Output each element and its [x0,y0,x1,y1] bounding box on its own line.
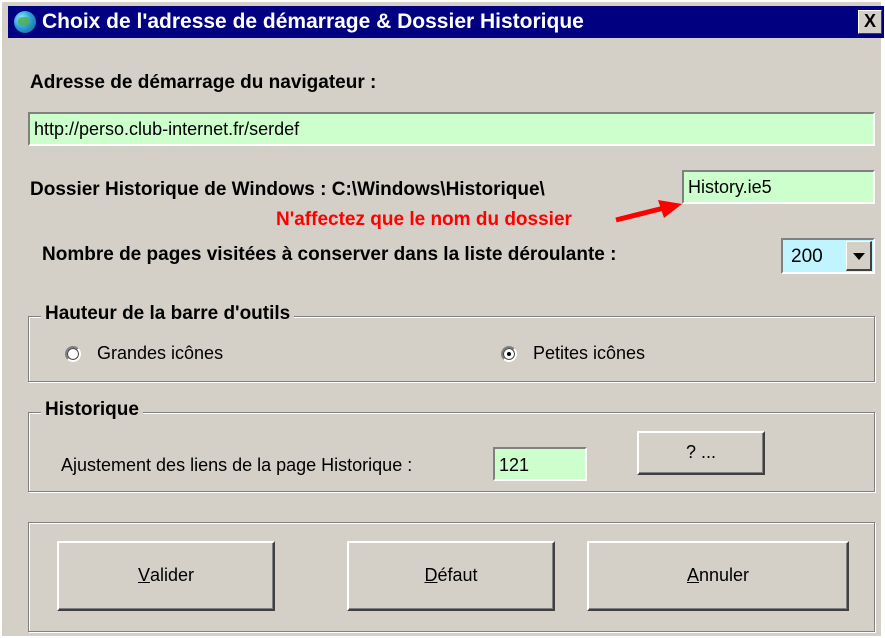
arrow-icon [615,200,682,223]
action-buttons-group: Valider Défaut Annuler [28,522,875,632]
folder-hint: N'affectez que le nom du dossier [276,209,572,230]
window-title: Choix de l'adresse de démarrage & Dossie… [42,10,584,33]
history-legend: Historique [41,399,143,421]
large-icons-label[interactable]: Grandes icônes [97,343,223,364]
history-folder-input[interactable]: History.ie5 [682,170,875,204]
title-bar[interactable]: Choix de l'adresse de démarrage & Dossie… [8,6,884,38]
validate-button[interactable]: Valider [57,541,275,611]
small-icons-label[interactable]: Petites icônes [533,343,645,364]
startup-address-label: Adresse de démarrage du navigateur : [30,72,377,93]
chevron-down-icon[interactable] [846,241,872,271]
toolbar-height-legend: Hauteur de la barre d'outils [41,303,295,325]
pages-count-value: 200 [791,246,823,267]
help-button[interactable]: ? ... [637,431,765,475]
default-button[interactable]: Défaut [347,541,555,611]
link-adjust-input[interactable]: 121 [493,447,587,481]
radio-small-icons[interactable] [501,346,517,362]
radio-large-icons[interactable] [65,346,81,362]
globe-icon [14,11,36,33]
link-adjust-label: Ajustement des liens de la page Historiq… [61,455,413,475]
pages-count-label: Nombre de pages visitées à conserver dan… [42,244,617,265]
dialog-window: Choix de l'adresse de démarrage & Dossie… [0,0,884,636]
startup-url-input[interactable]: http://perso.club-internet.fr/serdef [28,112,875,146]
cancel-button[interactable]: Annuler [587,541,849,611]
close-button[interactable]: X [858,10,882,34]
pages-count-select[interactable]: 200 [781,238,875,274]
toolbar-height-group: Hauteur de la barre d'outils Grandes icô… [28,303,875,382]
history-group: Historique Ajustement des liens de la pa… [28,399,875,492]
history-folder-label: Dossier Historique de Windows : C:\Windo… [30,179,545,200]
